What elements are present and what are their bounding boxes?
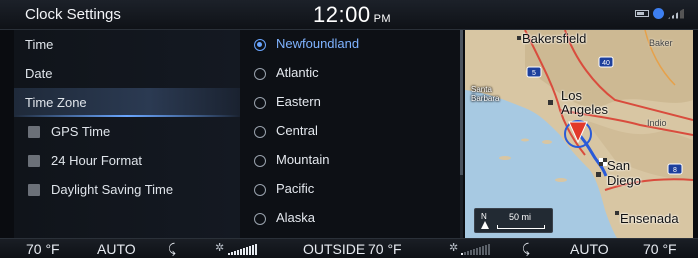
time-zone-option-atlantic[interactable]: Atlantic — [240, 59, 462, 88]
right-temperature[interactable]: 70 °F — [643, 241, 677, 257]
time-zone-option-central[interactable]: Central — [240, 117, 462, 146]
left-temperature[interactable]: 70 °F — [26, 241, 60, 257]
map-label-baker: Baker — [649, 38, 673, 48]
time-zone-label: Newfoundland — [276, 36, 360, 51]
battery-icon — [635, 10, 649, 17]
right-fan-level[interactable] — [461, 244, 490, 255]
time-zone-label: Mountain — [276, 152, 330, 167]
north-label: N — [481, 212, 487, 221]
time-zone-label: Pacific — [276, 181, 315, 196]
menu-item-label: Time Zone — [25, 95, 87, 110]
page-title: Clock Settings — [25, 6, 121, 23]
time-zone-option-newfoundland[interactable]: Newfoundland — [240, 30, 462, 59]
left-climate-mode[interactable]: AUTO — [97, 241, 136, 257]
menu-item-daylight-saving-time[interactable]: Daylight Saving Time — [14, 175, 240, 204]
map-label-santa-barbara: Santa Barbara — [471, 85, 500, 103]
radio-button[interactable] — [254, 68, 266, 80]
left-fan-icon: ✲ — [215, 242, 225, 254]
time-zone-label: Alaska — [276, 210, 316, 225]
time-zone-option-alaska[interactable]: Alaska — [240, 204, 462, 233]
scale-bar — [497, 225, 545, 229]
time-zone-option-mountain[interactable]: Mountain — [240, 146, 462, 175]
24-hour-format-checkbox[interactable] — [28, 155, 40, 167]
climate-bar: 70 °F AUTO ⤹ ✲ OUTSIDE 70 °F ✲ ⤹ AUTO 70… — [0, 238, 698, 258]
radio-button[interactable] — [254, 184, 266, 196]
daylight-saving-time-checkbox[interactable] — [28, 184, 40, 196]
menu-item-date[interactable]: Date — [14, 59, 240, 88]
highway-8-label: 8 — [673, 167, 677, 174]
map-label-san-diego: San Diego — [607, 158, 641, 188]
settings-menu: Time Date Time Zone GPS Time 24 Hour For… — [14, 30, 240, 238]
radio-button[interactable] — [254, 97, 266, 109]
clock: 12:00 PM — [313, 2, 391, 28]
north-arrow-icon — [481, 221, 489, 229]
clock-time: 12:00 — [313, 2, 371, 27]
list-scrollbar[interactable] — [460, 30, 463, 238]
menu-item-label: Date — [25, 66, 53, 81]
menu-item-time[interactable]: Time — [14, 30, 240, 59]
map-canvas: 40 5 8 — [465, 30, 693, 238]
right-fan-icon: ✲ — [449, 242, 459, 254]
time-zone-option-eastern[interactable]: Eastern — [240, 88, 462, 117]
left-fan-level[interactable] — [228, 244, 257, 255]
time-zone-label: Central — [276, 123, 318, 138]
scale-distance: 50 mi — [509, 212, 532, 222]
bluetooth-icon — [653, 8, 664, 19]
time-zone-option-pacific[interactable]: Pacific — [240, 175, 462, 204]
right-climate-mode[interactable]: AUTO — [570, 241, 609, 257]
right-airflow-icon[interactable]: ⤹ — [522, 241, 530, 257]
time-zone-list: Newfoundland Atlantic Eastern Central Mo… — [240, 30, 462, 238]
navigation-map[interactable]: 40 5 8 Bakersfield Baker Santa Barbara L… — [465, 30, 693, 238]
status-icons — [635, 8, 684, 19]
outside-temperature: 70 °F — [368, 241, 402, 257]
outside-label: OUTSIDE — [303, 241, 366, 257]
radio-button[interactable] — [254, 213, 266, 225]
radio-button[interactable] — [254, 126, 266, 138]
signal-icon — [668, 8, 684, 19]
map-label-los-angeles: Los Angeles — [561, 88, 608, 117]
time-zone-label: Atlantic — [276, 65, 319, 80]
map-label-ensenada: Ensenada — [620, 211, 679, 226]
left-airflow-icon[interactable]: ⤹ — [168, 241, 176, 257]
scrollbar-thumb[interactable] — [460, 30, 463, 175]
time-zone-label: Eastern — [276, 94, 321, 109]
menu-item-time-zone[interactable]: Time Zone — [14, 88, 240, 117]
gps-time-checkbox[interactable] — [28, 126, 40, 138]
menu-item-gps-time[interactable]: GPS Time — [14, 117, 240, 146]
highway-40-label: 40 — [602, 60, 610, 67]
map-label-bakersfield: Bakersfield — [522, 31, 587, 46]
menu-item-label: 24 Hour Format — [51, 153, 143, 168]
menu-item-label: GPS Time — [51, 124, 111, 139]
map-label-indio: Indio — [647, 118, 667, 128]
radio-button[interactable] — [254, 39, 266, 51]
highway-5-label: 5 — [532, 70, 536, 77]
clock-ampm: PM — [373, 13, 392, 25]
menu-item-label: Time — [25, 37, 54, 52]
menu-item-label: Daylight Saving Time — [51, 182, 174, 197]
map-scale: N 50 mi — [474, 208, 553, 233]
radio-button[interactable] — [254, 155, 266, 167]
status-header: Clock Settings 12:00 PM — [0, 0, 698, 30]
menu-item-24-hour-format[interactable]: 24 Hour Format — [14, 146, 240, 175]
